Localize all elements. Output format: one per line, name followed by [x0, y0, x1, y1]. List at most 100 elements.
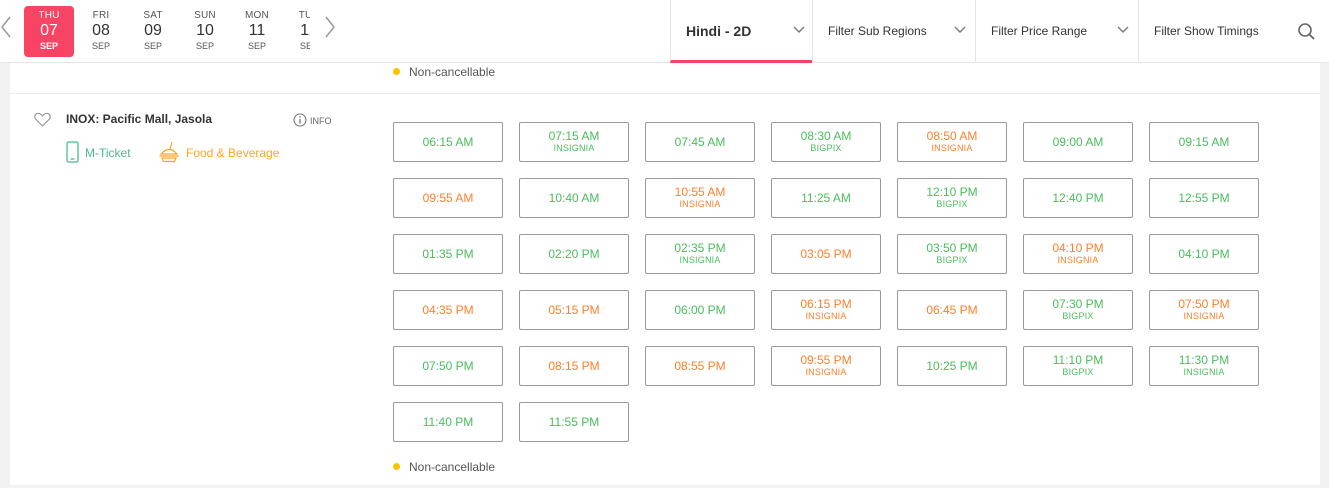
showtime-time: 08:55 PM: [674, 359, 726, 373]
showtime-time: 09:55 PM: [800, 353, 852, 367]
search-icon[interactable]: [1290, 14, 1324, 48]
date-month: SEP: [39, 41, 58, 51]
showtime-time: 09:15 AM: [1178, 135, 1230, 149]
showtime-time: 11:40 PM: [422, 415, 474, 429]
prev-date-arrow-icon[interactable]: [0, 14, 14, 40]
showtime-time: 08:30 AM: [800, 129, 852, 143]
sub-regions-filter[interactable]: Filter Sub Regions: [812, 0, 976, 63]
showtime-time: 12:55 PM: [1178, 191, 1230, 205]
date-item[interactable]: MON 11 SEP: [232, 6, 282, 57]
date-month: SEP: [91, 41, 110, 51]
showtime-button[interactable]: 11:10 PM BIGPIX: [1023, 346, 1133, 386]
showtime-format: INSIGNIA: [553, 143, 595, 153]
food-beverage-label: Food & Beverage: [186, 146, 280, 160]
date-month: SEP: [195, 41, 214, 51]
date-item[interactable]: SAT 09 SEP: [128, 6, 178, 57]
showtime-button[interactable]: 12:40 PM: [1023, 178, 1133, 218]
date-day-of-week: SUN: [194, 10, 216, 21]
showtime-time: 06:15 AM: [422, 135, 474, 149]
show-timings-filter[interactable]: Filter Show Timings: [1138, 0, 1278, 63]
showtime-button[interactable]: 07:50 PM INSIGNIA: [1149, 290, 1259, 330]
showtime-time: 09:00 AM: [1052, 135, 1104, 149]
showtime-button[interactable]: 02:20 PM: [519, 234, 629, 274]
showtime-button[interactable]: 07:30 PM BIGPIX: [1023, 290, 1133, 330]
showtime-time: 07:50 PM: [422, 359, 474, 373]
showtime-time: 10:55 AM: [674, 185, 726, 199]
non-cancellable-text: Non-cancellable: [409, 460, 496, 474]
showtime-format: BIGPIX: [810, 143, 842, 153]
showtime-time: 06:00 PM: [674, 303, 726, 317]
showtime-button[interactable]: 04:10 PM: [1149, 234, 1259, 274]
date-item[interactable]: SUN 10 SEP: [180, 6, 230, 57]
showtime-button[interactable]: 09:00 AM: [1023, 122, 1133, 162]
showtime-button[interactable]: 06:15 PM INSIGNIA: [771, 290, 881, 330]
showtime-button[interactable]: 10:25 PM: [897, 346, 1007, 386]
chevron-down-icon: [793, 26, 805, 33]
info-button[interactable]: INFO: [293, 113, 332, 127]
showtime-time: 07:30 PM: [1052, 297, 1104, 311]
showtime-time: 12:40 PM: [1052, 191, 1104, 205]
showtime-time: 07:45 AM: [674, 135, 726, 149]
showtime-button[interactable]: 07:45 AM: [645, 122, 755, 162]
showtime-button[interactable]: 08:55 PM: [645, 346, 755, 386]
show-timings-filter-label: Filter Show Timings: [1154, 24, 1259, 38]
showtime-button[interactable]: 07:50 PM: [393, 346, 503, 386]
showtime-button[interactable]: 11:40 PM: [393, 402, 503, 442]
date-day-number: 12: [300, 22, 310, 39]
showtime-button[interactable]: 09:15 AM: [1149, 122, 1259, 162]
date-item[interactable]: FRI 08 SEP: [76, 6, 126, 57]
showtime-time: 06:45 PM: [926, 303, 978, 317]
non-cancellable-text: Non-cancellable: [409, 65, 496, 79]
date-item[interactable]: THU 07 SEP: [24, 6, 74, 57]
showtime-button[interactable]: 03:50 PM BIGPIX: [897, 234, 1007, 274]
showtime-button[interactable]: 11:55 PM: [519, 402, 629, 442]
showtime-time: 01:35 PM: [422, 247, 474, 261]
info-label: INFO: [310, 116, 332, 126]
showtime-format: BIGPIX: [936, 199, 968, 209]
showtime-button[interactable]: 03:05 PM: [771, 234, 881, 274]
price-range-filter[interactable]: Filter Price Range: [975, 0, 1139, 63]
showtime-button[interactable]: 05:15 PM: [519, 290, 629, 330]
next-date-arrow-icon[interactable]: [322, 14, 336, 40]
showtime-button[interactable]: 09:55 AM: [393, 178, 503, 218]
showtime-button[interactable]: 04:35 PM: [393, 290, 503, 330]
date-month: SEP: [247, 41, 266, 51]
venue-name[interactable]: INOX: Pacific Mall, Jasola: [66, 112, 212, 126]
showtime-button[interactable]: 10:40 AM: [519, 178, 629, 218]
showtime-time: 06:15 PM: [800, 297, 852, 311]
date-day-number: 11: [248, 22, 266, 39]
showtime-button[interactable]: 02:35 PM INSIGNIA: [645, 234, 755, 274]
favorite-heart-icon[interactable]: [34, 112, 51, 127]
showtime-button[interactable]: 06:45 PM: [897, 290, 1007, 330]
showtime-button[interactable]: 08:30 AM BIGPIX: [771, 122, 881, 162]
showtime-format: INSIGNIA: [679, 199, 721, 209]
showtime-format: INSIGNIA: [805, 311, 847, 321]
showtime-button[interactable]: 01:35 PM: [393, 234, 503, 274]
m-ticket-label: M-Ticket: [85, 146, 131, 160]
showtime-button[interactable]: 09:55 PM INSIGNIA: [771, 346, 881, 386]
showtime-format: INSIGNIA: [1183, 367, 1225, 377]
showtime-button[interactable]: 06:00 PM: [645, 290, 755, 330]
showtime-format: INSIGNIA: [805, 367, 847, 377]
showtime-button[interactable]: 10:55 AM INSIGNIA: [645, 178, 755, 218]
showtime-button[interactable]: 08:15 PM: [519, 346, 629, 386]
previous-venue-card: Non-cancellable: [10, 63, 1320, 93]
showtime-time: 03:50 PM: [926, 241, 978, 255]
showtime-format: INSIGNIA: [679, 255, 721, 265]
date-day-of-week: MON: [245, 10, 269, 21]
showtime-button[interactable]: 11:25 AM: [771, 178, 881, 218]
language-filter[interactable]: Hindi - 2D: [670, 0, 812, 63]
showtime-time: 09:55 AM: [422, 191, 474, 205]
food-beverage-icon: [159, 141, 179, 163]
showtime-button[interactable]: 04:10 PM INSIGNIA: [1023, 234, 1133, 274]
showtime-button[interactable]: 11:30 PM INSIGNIA: [1149, 346, 1259, 386]
showtime-button[interactable]: 12:10 PM BIGPIX: [897, 178, 1007, 218]
showtime-button[interactable]: 08:50 AM INSIGNIA: [897, 122, 1007, 162]
showtime-button[interactable]: 12:55 PM: [1149, 178, 1259, 218]
showtime-time: 10:25 PM: [926, 359, 978, 373]
non-cancellable-dot-icon: [393, 68, 400, 75]
showtime-button[interactable]: 07:15 AM INSIGNIA: [519, 122, 629, 162]
non-cancellable-note: Non-cancellable: [393, 65, 495, 79]
date-item[interactable]: TUE12 SEP: [284, 6, 310, 57]
showtime-button[interactable]: 06:15 AM: [393, 122, 503, 162]
